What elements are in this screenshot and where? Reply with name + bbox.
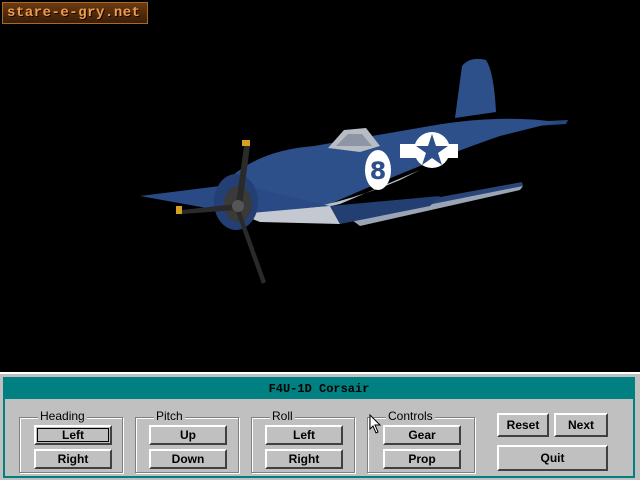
pitch-group: Pitch Up Down [135,409,239,473]
heading-right-button[interactable]: Right [34,449,112,469]
control-window: F4U-1D Corsair Heading Left Right Pitch … [3,377,635,478]
prop-button[interactable]: Prop [383,449,461,469]
heading-left-button[interactable]: Left [34,425,112,445]
watermark-text: stare-e-gry.net [7,5,141,21]
pitch-up-button[interactable]: Up [149,425,227,445]
aircraft-model: 8 [140,58,568,284]
window-title: F4U-1D Corsair [5,379,633,399]
pitch-label: Pitch [154,409,185,423]
roll-right-button[interactable]: Right [265,449,343,469]
aircraft-number: 8 [370,157,387,185]
next-button[interactable]: Next [554,413,608,437]
mouse-pointer-icon [369,414,382,434]
heading-group: Heading Left Right [19,409,123,473]
pitch-down-button[interactable]: Down [149,449,227,469]
roll-left-button[interactable]: Left [265,425,343,445]
roll-group: Roll Left Right [251,409,355,473]
control-panel: F4U-1D Corsair Heading Left Right Pitch … [0,372,640,480]
site-watermark: stare-e-gry.net [2,2,148,24]
3d-viewport: 8 [0,0,640,372]
controls-group: Controls Gear Prop [367,409,475,473]
heading-label: Heading [38,409,87,423]
reset-button[interactable]: Reset [497,413,549,437]
roll-label: Roll [270,409,295,423]
gear-button[interactable]: Gear [383,425,461,445]
controls-label: Controls [386,409,435,423]
quit-button[interactable]: Quit [497,445,608,471]
